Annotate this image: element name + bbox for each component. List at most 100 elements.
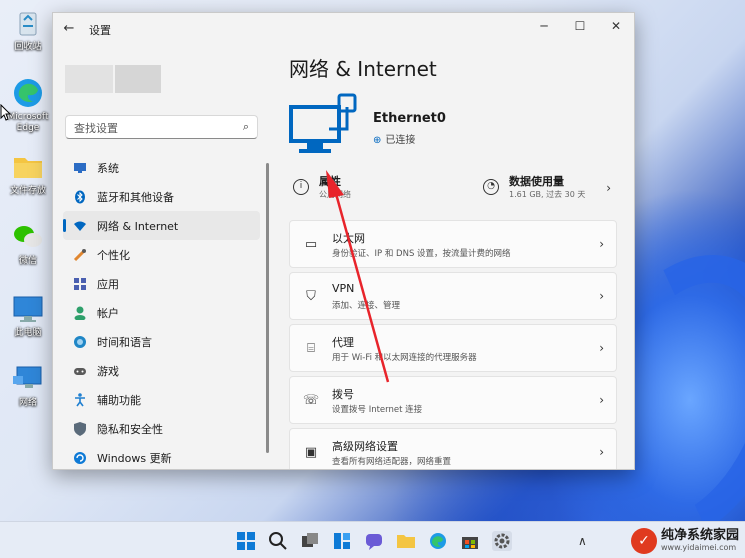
adapter-summary: Ethernet0 ⊕ 已连接 xyxy=(289,93,619,165)
taskbar: ∧ ✓ 纯净系统家园 www.yidaimei.com xyxy=(0,521,745,558)
chat-icon[interactable] xyxy=(364,531,384,551)
shield-icon xyxy=(73,421,87,436)
ethernet-icon: ▭ xyxy=(304,237,318,252)
edge-icon xyxy=(11,76,45,110)
sidebar-item-system[interactable]: 系统 xyxy=(63,153,260,182)
dialup-card[interactable]: ☏ 拨号 设置拨号 Internet 连接 › xyxy=(289,376,617,424)
sidebar-item-label: 隐私和安全性 xyxy=(97,422,163,436)
desktop-icon-folder[interactable]: 文件存放 xyxy=(2,150,54,197)
wifi-icon xyxy=(73,219,87,233)
card-subtitle: 添加、连接、管理 xyxy=(332,301,401,311)
sidebar-item-label: 辅助功能 xyxy=(97,393,141,407)
data-usage-icon: ◔ xyxy=(483,179,499,195)
mouse-pointer-icon xyxy=(0,104,12,121)
card-title: VPN xyxy=(332,282,355,295)
sidebar-item-label: 帐户 xyxy=(97,306,119,320)
sidebar-item-label: 时间和语言 xyxy=(97,335,152,349)
chevron-right-icon: › xyxy=(599,289,604,303)
watermark-url: www.yidaimei.com xyxy=(660,543,737,552)
bluetooth-icon xyxy=(73,190,87,204)
widgets-icon[interactable] xyxy=(332,531,352,551)
back-arrow-icon[interactable]: ← xyxy=(61,21,77,37)
desktop-icon-computer[interactable]: 此电脑 xyxy=(2,292,54,339)
task-view-icon[interactable] xyxy=(300,531,320,551)
chevron-right-icon: › xyxy=(599,393,604,407)
search-placeholder: 查找设置 xyxy=(74,122,118,135)
sidebar-item-label: 应用 xyxy=(97,277,119,291)
adapter-status: ⊕ 已连接 xyxy=(373,131,415,146)
advanced-network-card[interactable]: ▣ 高级网络设置 查看所有网络适配器，网络重置 › xyxy=(289,428,617,469)
sidebar-scrollbar[interactable] xyxy=(266,163,269,453)
proxy-card[interactable]: ⌸ 代理 用于 Wi-Fi 和以太网连接的代理服务器 › xyxy=(289,324,617,372)
card-subtitle: 查看所有网络适配器，网络重置 xyxy=(332,457,452,467)
chevron-right-icon: › xyxy=(599,445,604,459)
page-title: 网络 & Internet xyxy=(289,57,437,81)
quick-settings-row: i 属性 公用网络 ◔ 数据使用量 1.61 GB, 过去 30 天 › xyxy=(289,171,619,207)
store-icon[interactable] xyxy=(460,531,480,551)
properties-title: 属性 xyxy=(319,175,341,188)
avatar[interactable] xyxy=(65,65,113,93)
sidebar-item-accessibility[interactable]: 辅助功能 xyxy=(63,385,260,414)
vpn-card[interactable]: ⛉ VPN 添加、连接、管理 › xyxy=(289,272,617,320)
sidebar-item-label: Windows 更新 xyxy=(97,451,172,465)
card-title: 以太网 xyxy=(332,232,365,245)
card-subtitle: 设置拨号 Internet 连接 xyxy=(332,405,423,415)
sidebar-item-label: 蓝牙和其他设备 xyxy=(97,190,174,204)
wechat-icon xyxy=(11,220,45,254)
recycle-bin-icon xyxy=(11,6,45,40)
sidebar-item-time-language[interactable]: 时间和语言 xyxy=(63,327,260,356)
sidebar-item-gaming[interactable]: 游戏 xyxy=(63,356,260,385)
sidebar-item-label: 游戏 xyxy=(97,364,119,378)
sidebar-item-accounts[interactable]: 帐户 xyxy=(63,298,260,327)
watermark: ✓ 纯净系统家园 www.yidaimei.com xyxy=(630,526,739,556)
taskbar-search-icon[interactable] xyxy=(268,531,288,551)
advanced-network-icon: ▣ xyxy=(304,445,318,460)
card-subtitle: 用于 Wi-Fi 和以太网连接的代理服务器 xyxy=(332,353,477,363)
desktop-icon-network[interactable]: 网络 xyxy=(2,362,54,409)
file-explorer-icon[interactable] xyxy=(396,531,416,551)
dialup-icon: ☏ xyxy=(302,393,320,408)
sidebar-nav: 系统 蓝牙和其他设备 网络 & Internet 个性化 应用 帐户 时间和语言 xyxy=(63,153,260,469)
desktop-icon-label: 回收站 xyxy=(14,42,42,52)
search-icon: ⌕ xyxy=(242,120,249,133)
settings-window: ← 设置 ─ ☐ ✕ 查找设置 ⌕ 系统 蓝牙和其他设备 网络 & Intern… xyxy=(52,12,635,470)
start-icon[interactable] xyxy=(236,531,256,551)
taskbar-settings-icon[interactable] xyxy=(492,531,512,551)
desktop-icon-recycle-bin[interactable]: 回收站 xyxy=(2,6,54,53)
proxy-icon: ⌸ xyxy=(307,341,315,356)
data-usage-title: 数据使用量 xyxy=(509,175,564,188)
system-icon xyxy=(73,161,87,175)
watermark-title: 纯净系统家园 xyxy=(660,528,739,543)
minimize-button[interactable]: ─ xyxy=(526,15,562,37)
sidebar-item-windows-update[interactable]: Windows 更新 xyxy=(63,443,260,469)
apps-icon xyxy=(73,277,87,291)
sidebar-item-personalization[interactable]: 个性化 xyxy=(63,240,260,269)
watermark-logo-icon: ✓ xyxy=(630,528,657,554)
tray-overflow-chevron-icon[interactable]: ∧ xyxy=(578,534,587,548)
network-icon xyxy=(11,362,45,396)
sidebar-item-bluetooth[interactable]: 蓝牙和其他设备 xyxy=(63,182,260,211)
vpn-shield-icon: ⛉ xyxy=(306,289,316,304)
desktop-icon-label: 文件存放 xyxy=(9,186,46,196)
properties-subtitle: 公用网络 xyxy=(319,190,351,199)
desktop-icon-label: 此电脑 xyxy=(14,328,42,338)
gaming-icon xyxy=(73,364,87,378)
maximize-button[interactable]: ☐ xyxy=(562,15,598,37)
title-bar: ← 设置 ─ ☐ ✕ xyxy=(53,13,634,43)
close-button[interactable]: ✕ xyxy=(598,15,634,37)
sidebar-item-network[interactable]: 网络 & Internet xyxy=(63,211,260,240)
chevron-right-icon: › xyxy=(599,341,604,355)
properties-button[interactable]: i 属性 公用网络 xyxy=(289,171,449,207)
sidebar-item-apps[interactable]: 应用 xyxy=(63,269,260,298)
info-icon: i xyxy=(293,179,309,195)
chevron-right-icon: › xyxy=(606,181,611,195)
computer-icon xyxy=(11,292,45,326)
search-input[interactable]: 查找设置 ⌕ xyxy=(65,115,258,139)
ethernet-card[interactable]: ▭ 以太网 身份验证、IP 和 DNS 设置，按流量计费的网络 › xyxy=(289,220,617,268)
ethernet-adapter-icon xyxy=(289,93,359,163)
adapter-name: Ethernet0 xyxy=(373,111,446,126)
desktop-icon-wechat[interactable]: 微信 xyxy=(2,220,54,267)
sidebar-item-privacy[interactable]: 隐私和安全性 xyxy=(63,414,260,443)
taskbar-edge-icon[interactable] xyxy=(428,531,448,551)
data-usage-button[interactable]: ◔ 数据使用量 1.61 GB, 过去 30 天 › xyxy=(479,171,619,207)
